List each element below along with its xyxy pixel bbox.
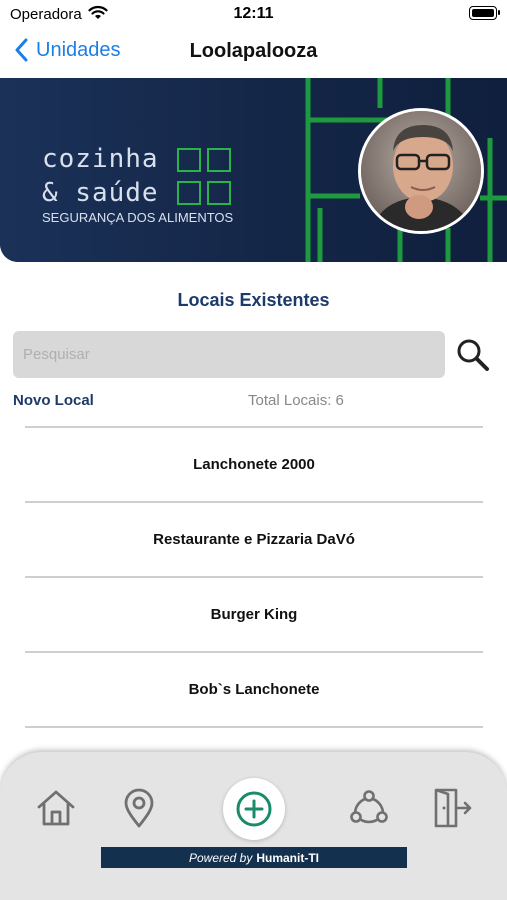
list-item[interactable]: Restaurante e Pizzaria DaVó — [25, 503, 483, 576]
battery-icon — [469, 6, 500, 20]
network-icon — [350, 790, 388, 824]
search-icon — [457, 339, 489, 371]
home-tab[interactable] — [34, 786, 78, 830]
list-item[interactable]: Lanchonete 2000 — [25, 428, 483, 501]
section-title: Locais Existentes — [177, 290, 330, 310]
brand-tagline: SEGURANÇA DOS ALIMENTOS — [42, 210, 234, 225]
page-title: Loolapalooza — [189, 40, 318, 62]
divider — [25, 726, 483, 728]
network-tab[interactable] — [347, 786, 391, 830]
locations-tab[interactable] — [117, 786, 161, 830]
search-input[interactable] — [13, 331, 445, 378]
powered-prefix: Powered by — [188, 850, 253, 865]
total-count: Total Locais: 6 — [248, 392, 344, 409]
person-photo — [361, 111, 481, 231]
powered-brand: Humanit-TI — [256, 850, 320, 865]
brand-square — [207, 148, 231, 172]
logout-tab[interactable] — [430, 786, 474, 830]
brand-name-line1: cozinha — [42, 144, 159, 174]
search-button[interactable] — [455, 337, 491, 373]
status-bar: Operadora 12:11 — [0, 0, 507, 30]
brand-square — [207, 181, 231, 205]
navigation-bar: Unidades Loolapalooza — [0, 30, 507, 78]
list-item[interactable]: Burger King — [25, 578, 483, 651]
brand-square — [177, 181, 201, 205]
brand-square — [177, 148, 201, 172]
new-location-button[interactable]: Novo Local — [13, 392, 94, 409]
add-circle-icon — [236, 791, 272, 827]
brand-name-line2: & saúde — [42, 178, 159, 208]
clock: 12:11 — [233, 5, 274, 22]
add-button[interactable] — [223, 778, 285, 840]
powered-by-footer: Powered by Humanit-TI — [101, 847, 407, 868]
exit-door-icon — [434, 788, 472, 828]
list-item[interactable]: Bob`s Lanchonete — [25, 653, 483, 726]
home-icon — [37, 790, 75, 826]
avatar — [358, 108, 484, 234]
location-pin-icon — [124, 788, 154, 828]
